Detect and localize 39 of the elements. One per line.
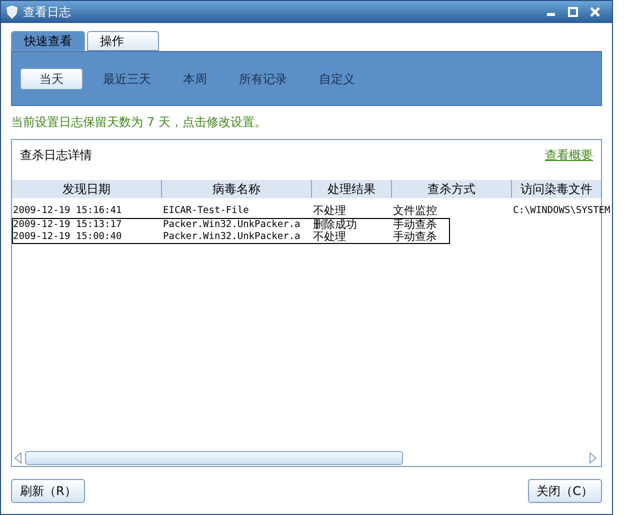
scroll-left-icon[interactable]	[13, 452, 23, 464]
range-button[interactable]: 本周	[171, 68, 219, 90]
table-row[interactable]: 2009-12-19 15:00:40 Packer.Win32.UnkPacker.a 不处理 手动查杀	[12, 231, 450, 244]
panel-title: 查杀日志详情	[20, 147, 92, 164]
tab[interactable]: 快速查看	[11, 31, 85, 51]
dialog-button[interactable]: 刷新（R）	[11, 479, 86, 503]
table-cell-text: 不处理	[313, 205, 347, 218]
close-icon[interactable]	[590, 7, 600, 17]
column-header[interactable]: 查杀方式	[392, 180, 512, 198]
tab[interactable]: 操作	[87, 31, 159, 51]
table-cell-text: 手动查杀	[393, 231, 438, 243]
table-cell-text: 2009-12-19 15:16:41	[13, 205, 123, 218]
range-button[interactable]: 最近三天	[91, 68, 163, 90]
scroll-right-icon[interactable]	[588, 452, 598, 464]
dialog-button[interactable]: 关闭（C）	[528, 479, 602, 503]
summary-link[interactable]: 查看概要	[545, 146, 593, 180]
range-button[interactable]: 自定义	[307, 68, 367, 90]
table-cell-text: Packer.Win32.UnkPacker.a	[163, 231, 302, 243]
table-cell-text: 2009-12-19 15:00:40	[13, 231, 123, 243]
table-cell-text: 删除成功	[313, 219, 358, 231]
table-row[interactable]: 2009-12-19 15:13:17 Packer.Win32.UnkPacker.a 删除成功 手动查杀	[12, 218, 450, 231]
column-header[interactable]: 访问染毒文件	[512, 180, 601, 198]
column-header[interactable]: 发现日期	[12, 180, 162, 198]
scrollbar-thumb[interactable]	[25, 450, 403, 464]
maximize-icon[interactable]	[568, 7, 578, 17]
table-cell-text: 手动查杀	[393, 219, 438, 231]
range-button[interactable]: 当天	[20, 68, 83, 90]
range-button[interactable]: 所有记录	[227, 68, 299, 90]
table-cell-text: 不处理	[313, 231, 347, 243]
column-header[interactable]: 处理结果	[312, 180, 392, 198]
retention-notice[interactable]: 当前设置日志保留天数为 7 天，点击修改设置。	[1, 113, 612, 131]
table-cell-text: Packer.Win32.UnkPacker.a	[163, 219, 302, 231]
table-cell-text: 文件监控	[393, 205, 438, 218]
column-header[interactable]: 病毒名称	[162, 180, 312, 198]
shield-icon	[5, 5, 19, 19]
table-cell: C:\WINDOWS\SYSTEM	[513, 205, 610, 218]
table-cell-text: 2009-12-19 15:13:17	[13, 219, 123, 231]
window-title: 查看日志	[23, 4, 71, 21]
table-cell-text: EICAR-Test-File	[163, 205, 250, 218]
